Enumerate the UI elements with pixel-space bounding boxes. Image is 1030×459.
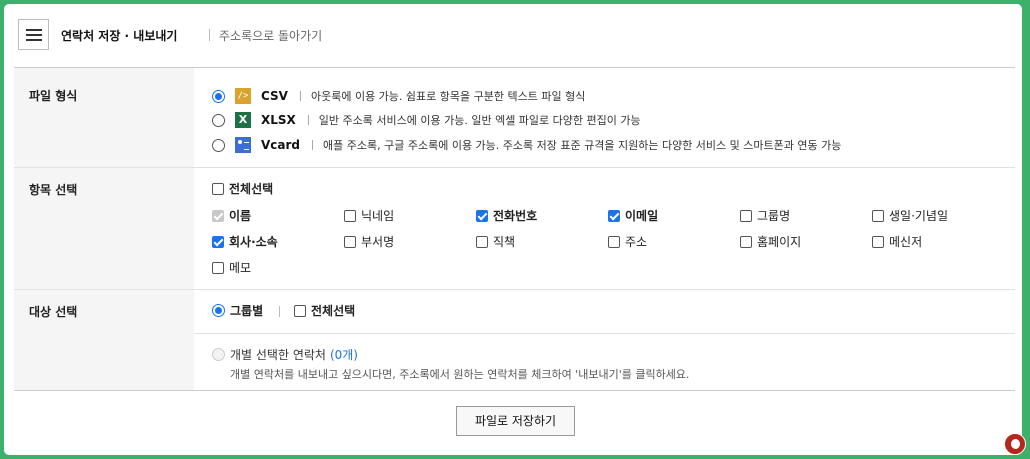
item-group-checkbox[interactable] — [740, 209, 752, 222]
header-divider — [209, 29, 210, 41]
target-by-group-radio[interactable] — [212, 304, 225, 317]
item-select-all-checkbox[interactable] — [212, 182, 224, 195]
item-messenger[interactable]: 메신저 — [872, 233, 922, 250]
item-birthday-checkbox[interactable] — [872, 209, 884, 222]
format-radio-csv[interactable] — [212, 89, 225, 103]
format-option-xlsx[interactable]: X XLSX 일반 주소록 서비스에 이용 가능. 일반 엑셀 파일로 다양한 … — [194, 110, 641, 130]
target-hint: 개별 연락처를 내보내고 싶으시다면, 주소록에서 원하는 연락처를 체크하여 … — [230, 368, 690, 381]
save-to-file-button[interactable]: 파일로 저장하기 — [456, 406, 575, 436]
excel-file-icon: X — [235, 112, 251, 128]
target-individual-radio — [212, 348, 225, 361]
format-option-vcard[interactable]: Vcard 애플 주소록, 구글 주소록에 이용 가능. 주소록 저장 표준 규… — [194, 135, 841, 155]
individual-count: (0개) — [329, 348, 358, 362]
item-address-checkbox[interactable] — [608, 235, 620, 248]
file-format-row: 파일 형식 /> CSV 아웃룩에 이용 가능. 쉼표로 항목을 구분한 텍스트… — [14, 67, 1015, 168]
target-by-group[interactable]: 그룹별 — [212, 302, 263, 319]
hamburger-menu-button[interactable] — [18, 19, 49, 50]
item-nickname-checkbox[interactable] — [344, 209, 356, 222]
target-select-options: 그룹별 전체선택 개별 선택한 연락처 (0개) 개별 연락처를 내보내고 싶으… — [194, 290, 1015, 391]
item-position[interactable]: 직책 — [476, 233, 515, 250]
item-email-checkbox[interactable] — [608, 209, 620, 222]
item-select-options: 전체선택 이름 닉네임 전화번호 이메일 그룹명 생일·기념일 회사·소속 부서… — [194, 168, 1015, 290]
item-company-checkbox[interactable] — [212, 235, 224, 248]
target-select-all-checkbox[interactable] — [294, 304, 306, 317]
item-memo-checkbox[interactable] — [212, 261, 224, 274]
vcard-file-icon — [235, 137, 251, 153]
item-name: 이름 — [212, 207, 251, 224]
item-phone[interactable]: 전화번호 — [476, 207, 537, 224]
item-group[interactable]: 그룹명 — [740, 207, 790, 224]
target-divider — [194, 333, 1015, 334]
item-department[interactable]: 부서명 — [344, 233, 394, 250]
page-title: 연락처 저장 · 내보내기 — [61, 29, 178, 43]
item-homepage-checkbox[interactable] — [740, 235, 752, 248]
file-format-label: 파일 형식 — [14, 67, 194, 168]
item-birthday[interactable]: 생일·기념일 — [872, 207, 948, 224]
hamburger-menu-icon — [26, 29, 42, 31]
target-select-row: 대상 선택 그룹별 전체선택 개별 선택한 연락처 (0개) 개별 연락처를 내… — [14, 289, 1015, 391]
item-select-label: 항목 선택 — [14, 167, 194, 290]
apple-logo-icon — [1004, 433, 1026, 455]
format-option-csv[interactable]: /> CSV 아웃룩에 이용 가능. 쉼표로 항목을 구분한 텍스트 파일 형식 — [194, 86, 585, 106]
item-messenger-checkbox[interactable] — [872, 235, 884, 248]
item-select-row: 항목 선택 전체선택 이름 닉네임 전화번호 이메일 그룹명 생일·기념일 회사… — [14, 167, 1015, 290]
file-format-options: /> CSV 아웃룩에 이용 가능. 쉼표로 항목을 구분한 텍스트 파일 형식… — [194, 68, 1015, 168]
item-select-all[interactable]: 전체선택 — [212, 180, 273, 197]
item-department-checkbox[interactable] — [344, 235, 356, 248]
item-position-checkbox[interactable] — [476, 235, 488, 248]
item-company[interactable]: 회사·소속 — [212, 233, 278, 250]
target-individual: 개별 선택한 연락처 (0개) — [212, 346, 358, 363]
item-address[interactable]: 주소 — [608, 233, 647, 250]
format-radio-vcard[interactable] — [212, 138, 225, 152]
item-memo[interactable]: 메모 — [212, 259, 251, 276]
item-email[interactable]: 이메일 — [608, 207, 658, 224]
back-to-addressbook-link[interactable]: 주소록으로 돌아가기 — [219, 27, 322, 44]
item-nickname[interactable]: 닉네임 — [344, 207, 394, 224]
export-form-table: 파일 형식 /> CSV 아웃룩에 이용 가능. 쉼표로 항목을 구분한 텍스트… — [14, 67, 1015, 391]
item-homepage[interactable]: 홈페이지 — [740, 233, 801, 250]
csv-file-icon: /> — [235, 88, 251, 104]
format-radio-xlsx[interactable] — [212, 113, 225, 127]
target-select-all[interactable]: 전체선택 — [294, 302, 355, 319]
target-select-label: 대상 선택 — [14, 289, 194, 391]
item-name-checkbox — [212, 209, 224, 222]
item-phone-checkbox[interactable] — [476, 209, 488, 222]
